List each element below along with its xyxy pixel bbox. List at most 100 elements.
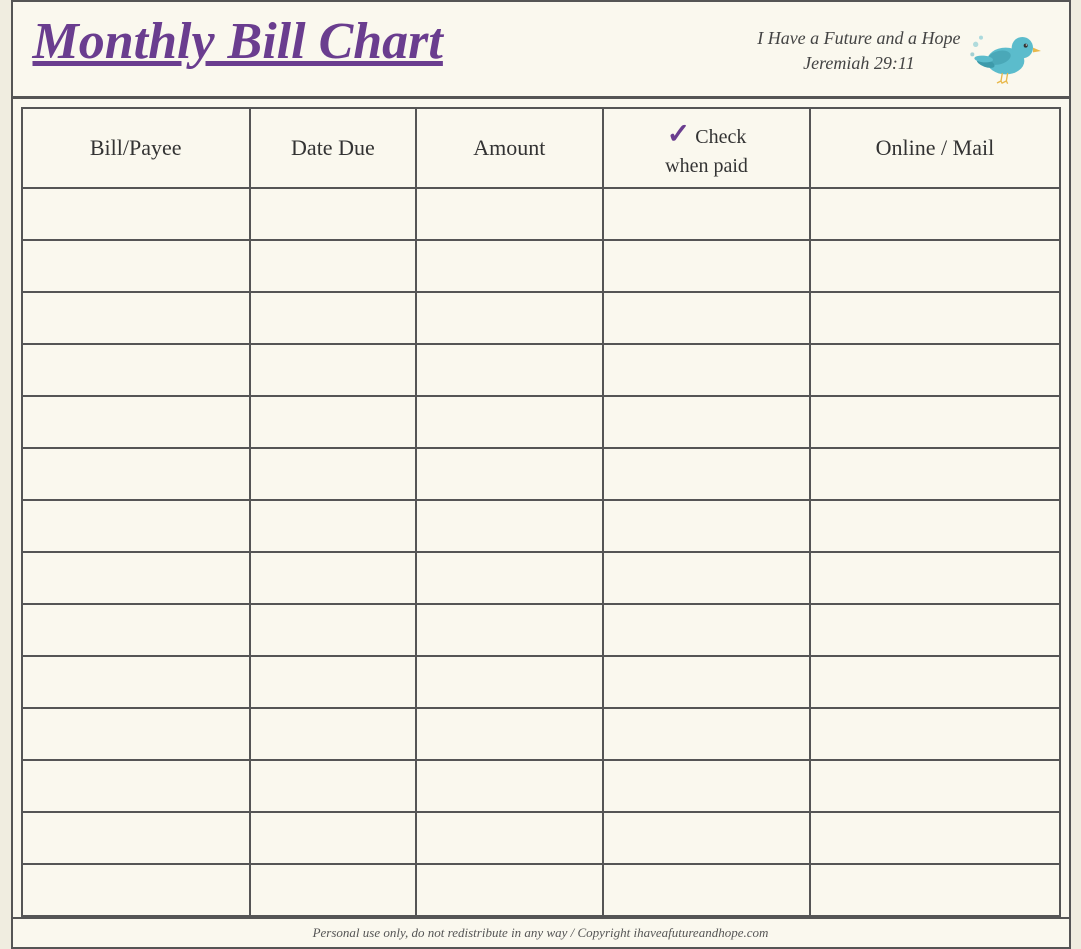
table-cell[interactable] [22, 552, 250, 604]
table-cell[interactable] [416, 500, 603, 552]
table-cell[interactable] [603, 344, 811, 396]
table-row[interactable] [22, 500, 1060, 552]
title: Monthly Bill Chart [33, 16, 443, 68]
footer: Personal use only, do not redistribute i… [13, 917, 1069, 947]
tagline: I Have a Future and a Hope Jeremiah 29:1… [757, 26, 960, 76]
table-cell[interactable] [416, 292, 603, 344]
table-cell[interactable] [416, 864, 603, 916]
table-cell[interactable] [603, 864, 811, 916]
table-cell[interactable] [22, 708, 250, 760]
table-cell[interactable] [416, 708, 603, 760]
table-row[interactable] [22, 812, 1060, 864]
table-cell[interactable] [603, 396, 811, 448]
table-cell[interactable] [810, 188, 1059, 240]
table-cell[interactable] [22, 500, 250, 552]
table-cell[interactable] [416, 812, 603, 864]
table-cell[interactable] [416, 396, 603, 448]
table-cell[interactable] [250, 240, 416, 292]
table-cell[interactable] [416, 448, 603, 500]
table-cell[interactable] [810, 448, 1059, 500]
table-cell[interactable] [22, 188, 250, 240]
table-row[interactable] [22, 188, 1060, 240]
table-cell[interactable] [250, 760, 416, 812]
table-cell[interactable] [416, 604, 603, 656]
table-row[interactable] [22, 448, 1060, 500]
table-cell[interactable] [22, 240, 250, 292]
table-cell[interactable] [810, 344, 1059, 396]
table-cell[interactable] [250, 812, 416, 864]
table-cell[interactable] [22, 656, 250, 708]
table-cell[interactable] [250, 448, 416, 500]
table-cell[interactable] [22, 448, 250, 500]
table-cell[interactable] [250, 188, 416, 240]
table-cell[interactable] [416, 552, 603, 604]
table-cell[interactable] [810, 812, 1059, 864]
table-cell[interactable] [22, 604, 250, 656]
table-cell[interactable] [810, 708, 1059, 760]
table-cell[interactable] [603, 552, 811, 604]
table-row[interactable] [22, 344, 1060, 396]
table-cell[interactable] [810, 656, 1059, 708]
table-cell[interactable] [22, 344, 250, 396]
table-cell[interactable] [250, 292, 416, 344]
table-row[interactable] [22, 240, 1060, 292]
table-cell[interactable] [603, 240, 811, 292]
table-row[interactable] [22, 864, 1060, 916]
table-cell[interactable] [603, 604, 811, 656]
table-row[interactable] [22, 552, 1060, 604]
footer-text: Personal use only, do not redistribute i… [313, 925, 769, 940]
table-row[interactable] [22, 604, 1060, 656]
table-cell[interactable] [22, 864, 250, 916]
table-cell[interactable] [603, 448, 811, 500]
table-cell[interactable] [810, 552, 1059, 604]
bill-table: Bill/Payee Date Due Amount ✓ Checkwhen p… [21, 107, 1061, 917]
table-cell[interactable] [810, 240, 1059, 292]
table-cell[interactable] [416, 656, 603, 708]
table-row[interactable] [22, 396, 1060, 448]
table-cell[interactable] [250, 864, 416, 916]
tagline-line2: Jeremiah 29:11 [757, 51, 960, 76]
table-cell[interactable] [603, 188, 811, 240]
table-cell[interactable] [810, 292, 1059, 344]
check-mark-icon: ✓ [667, 119, 690, 150]
table-cell[interactable] [810, 396, 1059, 448]
table-cell[interactable] [603, 500, 811, 552]
table-row[interactable] [22, 292, 1060, 344]
table-cell[interactable] [250, 552, 416, 604]
table-cell[interactable] [603, 656, 811, 708]
col-header-date-due: Date Due [250, 108, 416, 188]
table-cell[interactable] [416, 760, 603, 812]
col-header-bill-payee: Bill/Payee [22, 108, 250, 188]
header-info: I Have a Future and a Hope Jeremiah 29:1… [757, 16, 1048, 86]
table-cell[interactable] [416, 188, 603, 240]
table-cell[interactable] [250, 500, 416, 552]
col-header-online-mail: Online / Mail [810, 108, 1059, 188]
tagline-line1: I Have a Future and a Hope [757, 26, 960, 51]
table-row[interactable] [22, 656, 1060, 708]
table-cell[interactable] [22, 812, 250, 864]
table-cell[interactable] [603, 292, 811, 344]
col-header-amount: Amount [416, 108, 603, 188]
table-row[interactable] [22, 708, 1060, 760]
table-cell[interactable] [250, 604, 416, 656]
table-cell[interactable] [250, 708, 416, 760]
table-cell[interactable] [250, 344, 416, 396]
bird-illustration [969, 16, 1049, 86]
table-cell[interactable] [250, 396, 416, 448]
table-cell[interactable] [22, 760, 250, 812]
table-cell[interactable] [416, 344, 603, 396]
table-cell[interactable] [603, 708, 811, 760]
table-cell[interactable] [810, 864, 1059, 916]
page: Monthly Bill Chart I Have a Future and a… [11, 0, 1071, 949]
table-cell[interactable] [810, 604, 1059, 656]
table-cell[interactable] [22, 396, 250, 448]
table-cell[interactable] [250, 656, 416, 708]
table-container: Bill/Payee Date Due Amount ✓ Checkwhen p… [13, 99, 1069, 917]
table-cell[interactable] [810, 760, 1059, 812]
table-cell[interactable] [603, 760, 811, 812]
table-cell[interactable] [603, 812, 811, 864]
table-row[interactable] [22, 760, 1060, 812]
table-cell[interactable] [810, 500, 1059, 552]
table-cell[interactable] [416, 240, 603, 292]
table-cell[interactable] [22, 292, 250, 344]
